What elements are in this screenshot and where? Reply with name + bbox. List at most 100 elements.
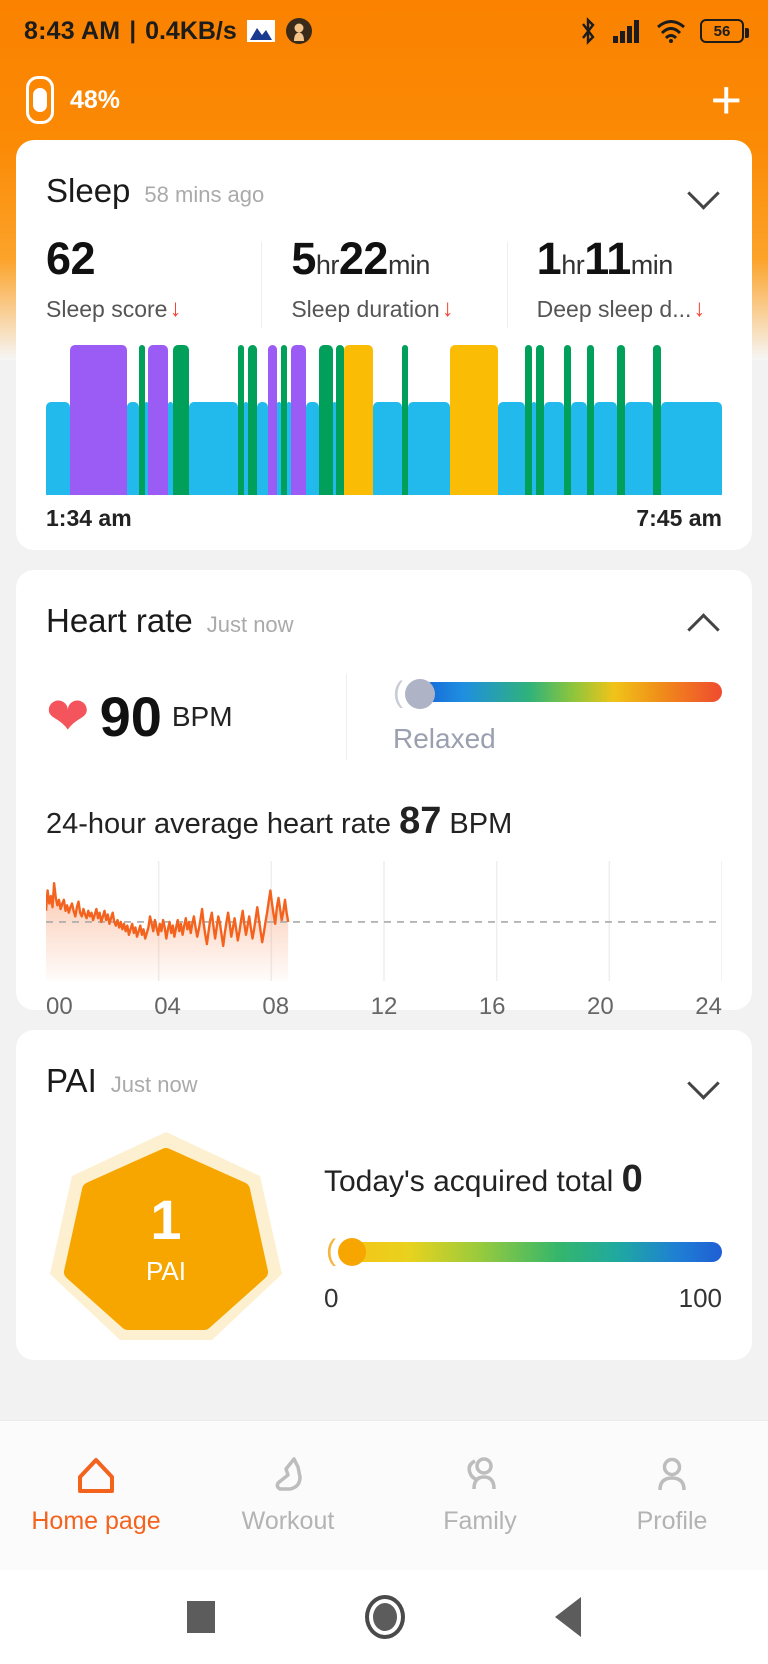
pai-scale-min: 0 — [324, 1283, 339, 1313]
heart-rate-zone-group: ( Relaxed — [347, 676, 722, 755]
status-bar-left: 8:43 AM | 0.4KB/s — [24, 17, 313, 46]
heart-rate-title: Heart rate — [46, 602, 193, 639]
status-time: 8:43 AM — [24, 16, 121, 45]
sleep-segment — [46, 402, 71, 495]
heart-rate-card-header: Heart rate Just now — [16, 570, 752, 640]
person-icon — [658, 1457, 686, 1491]
sleep-metric-value: 62 — [46, 233, 96, 284]
sleep-card-header: Sleep 58 mins ago — [16, 140, 752, 210]
hr-x-tick: 04 — [154, 993, 181, 1020]
heart-rate-average-text: 24-hour average heart rate 87 BPM — [16, 760, 752, 843]
pai-gauge-knob — [338, 1238, 366, 1266]
pai-title: PAI — [46, 1062, 97, 1099]
hr-chart-svg — [44, 861, 723, 981]
hr-x-tick: 24 — [695, 993, 722, 1020]
heart-rate-average-prefix: 24-hour average heart rate — [46, 808, 391, 840]
photo-icon — [246, 20, 275, 42]
app-icon — [285, 18, 312, 44]
nav-item-family[interactable]: Family — [384, 1455, 576, 1536]
sleep-metric: 62 Sleep score ↓ — [16, 236, 261, 323]
sleep-segment — [594, 402, 618, 495]
sleep-segment — [280, 345, 288, 495]
nav-item-workout[interactable]: Workout — [192, 1455, 384, 1536]
nav-item-home[interactable]: Home page — [0, 1455, 192, 1536]
device-info[interactable]: 48% — [26, 76, 120, 124]
sleep-segment — [524, 345, 533, 495]
pai-updated: Just now — [110, 1072, 198, 1097]
sleep-title: Sleep — [46, 172, 131, 209]
heart-rate-updated: Just now — [206, 612, 294, 637]
sleep-segment — [70, 345, 128, 495]
nav-label-family: Family — [443, 1507, 517, 1535]
sleep-metric-label: Sleep score ↓ — [46, 295, 182, 322]
sleep-card[interactable]: Sleep 58 mins ago 62 Sleep score ↓ 5hr22min… — [16, 140, 752, 550]
chevron-down-icon[interactable] — [688, 1064, 722, 1098]
sleep-end-time: 7:45 am — [636, 505, 722, 531]
cards-scroll-area[interactable]: Sleep 58 mins ago 62 Sleep score ↓ 5hr22min… — [0, 0, 768, 1664]
sleep-segment — [248, 345, 257, 495]
pai-badge-label: PAI — [146, 1255, 186, 1286]
pai-card[interactable]: PAI Just now 1 PAI Today's acquired tota… — [16, 1030, 752, 1360]
battery-level: 56 — [713, 22, 731, 40]
heart-rate-average-unit: BPM — [449, 808, 513, 840]
sleep-segment — [497, 402, 525, 495]
sleep-segment — [127, 402, 139, 495]
nav-label-home: Home page — [31, 1507, 161, 1535]
sleep-segment — [625, 402, 654, 495]
nav-label-workout: Workout — [241, 1507, 335, 1535]
bluetooth-icon — [582, 17, 595, 45]
sleep-segment — [401, 345, 409, 495]
add-card-button[interactable]: + — [710, 73, 742, 127]
wifi-icon — [657, 20, 685, 43]
sleep-segment — [617, 345, 626, 495]
hr-x-tick: 12 — [370, 993, 398, 1020]
chevron-up-icon[interactable] — [688, 604, 722, 638]
sleep-segment — [268, 345, 277, 495]
chevron-down-icon[interactable] — [688, 174, 722, 208]
sleep-segment — [586, 345, 595, 495]
heart-rate-average-value: 87 — [399, 800, 442, 842]
sleep-segment — [653, 345, 662, 495]
sleep-metric: 5hr22min Sleep duration ↓ — [261, 236, 506, 328]
heart-rate-line-chart[interactable] — [44, 861, 723, 981]
gauge-bracket-icon: ( — [393, 676, 403, 709]
square-icon[interactable] — [187, 1601, 215, 1633]
sleep-hypnogram-chart[interactable] — [46, 345, 722, 495]
system-navigation-bar[interactable] — [0, 1570, 768, 1664]
pai-total-value: 0 — [621, 1158, 643, 1200]
sleep-segment — [449, 345, 498, 495]
bottom-navigation[interactable]: Home page Workout Family Profile — [0, 1420, 768, 1570]
sleep-metric-value: 1hr11min — [536, 233, 674, 284]
pai-total-text: Today's acquired total 0 — [324, 1158, 722, 1201]
status-bar-right: 56 — [577, 17, 749, 45]
pai-body: 1 PAI Today's acquired total 0 ( 0 100 — [16, 1100, 752, 1346]
pai-scale-max: 100 — [678, 1283, 722, 1313]
sleep-segment — [563, 345, 572, 495]
hr-x-tick: 00 — [46, 993, 73, 1020]
pai-scale-labels: 0 100 — [324, 1283, 722, 1314]
heart-rate-bpm-unit: BPM — [171, 701, 233, 732]
sleep-metric: 1hr11min Deep sleep d... ↓ — [506, 233, 752, 328]
trend-down-icon: ↓ — [441, 295, 454, 322]
sleep-segment — [148, 345, 169, 495]
device-battery-percent: 48% — [70, 85, 121, 114]
heart-rate-state: Relaxed — [393, 723, 496, 754]
sleep-segment — [571, 402, 587, 495]
pai-heptagon-badge: 1 PAI — [46, 1126, 286, 1346]
status-bar: 8:43 AM | 0.4KB/s 56 — [0, 0, 768, 62]
triangle-back-icon[interactable] — [555, 1597, 581, 1637]
status-separator: | — [129, 17, 137, 44]
gauge-knob — [404, 679, 435, 709]
sleep-title-group: Sleep 58 mins ago — [46, 172, 264, 210]
pai-badge-value: 1 — [150, 1187, 182, 1251]
heart-rate-card[interactable]: Heart rate Just now ❤ 90 BPM ( Relaxed 2… — [16, 570, 752, 1020]
trend-down-icon: ↓ — [693, 295, 706, 322]
nav-item-profile[interactable]: Profile — [576, 1455, 768, 1536]
gauge-bracket-icon: ( — [326, 1234, 336, 1267]
pai-total-prefix: Today's acquired total — [324, 1165, 614, 1198]
sleep-segment — [290, 345, 307, 495]
circle-icon[interactable] — [365, 1595, 405, 1639]
device-bar: 48% + — [0, 62, 768, 138]
pai-gauge: ( — [324, 1234, 722, 1267]
hr-x-tick: 20 — [587, 993, 614, 1020]
